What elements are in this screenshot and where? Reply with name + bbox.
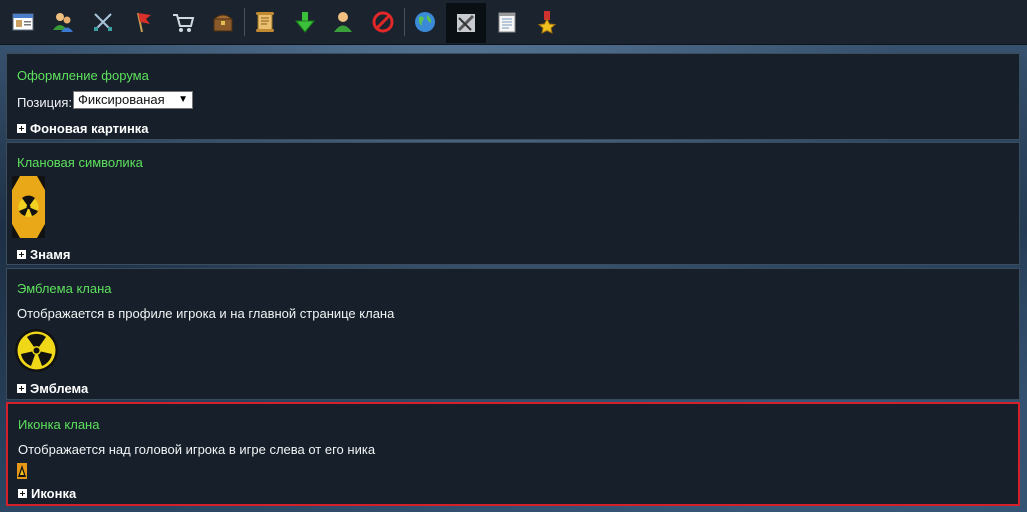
settings-tools-icon[interactable] [446,3,486,43]
clan-banner-image [12,176,45,238]
banner-toggle[interactable]: Знамя [17,247,70,262]
notepad-icon[interactable] [490,5,524,39]
background-image-toggle[interactable]: Фоновая картинка [17,121,149,136]
toolbar-separator [404,8,405,36]
chevron-down-icon: ▼ [178,94,188,105]
clan-icon-image [17,463,27,479]
emblem-toggle[interactable]: Эмблема [17,381,88,396]
globe-icon[interactable] [408,5,442,39]
toggle-label: Знамя [30,247,71,262]
members-icon[interactable] [46,5,80,39]
toggle-label: Эмблема [30,381,89,396]
forbidden-icon[interactable] [366,5,400,39]
clan-symbolics-panel: Клановая символика Знамя [6,142,1020,265]
swords-icon[interactable] [86,5,120,39]
panel-description: Отображается над головой игрока в игре с… [18,442,376,457]
panel-title: Оформление форума [17,68,149,83]
toolbar [0,0,1027,45]
clan-icon-panel: Иконка клана Отображается над головой иг… [6,402,1020,506]
cart-icon[interactable] [166,5,200,39]
expand-plus-icon [17,384,26,393]
panel-description: Отображается в профиле игрока и на главн… [17,306,395,321]
toggle-label: Фоновая картинка [30,121,149,136]
panel-title: Клановая символика [17,155,143,170]
position-label: Позиция: [17,95,73,110]
chest-icon[interactable] [206,5,240,39]
clan-card-icon[interactable] [6,5,40,39]
download-arrow-icon[interactable] [288,5,322,39]
expand-plus-icon [17,124,26,133]
medal-icon[interactable] [530,5,564,39]
panel-title: Эмблема клана [17,281,112,296]
clan-emblem-image [14,328,59,373]
panel-title: Иконка клана [18,417,100,432]
flag-icon[interactable] [126,5,160,39]
user-icon[interactable] [326,5,360,39]
toolbar-separator [244,8,245,36]
toggle-label: Иконка [31,486,77,501]
clan-emblem-panel: Эмблема клана Отображается в профиле игр… [6,268,1020,400]
position-select-value: Фиксированая [78,92,165,107]
expand-plus-icon [18,489,27,498]
position-select[interactable]: Фиксированая ▼ [73,91,193,109]
scroll-icon[interactable] [248,5,282,39]
expand-plus-icon [17,250,26,259]
icon-toggle[interactable]: Иконка [18,486,76,501]
